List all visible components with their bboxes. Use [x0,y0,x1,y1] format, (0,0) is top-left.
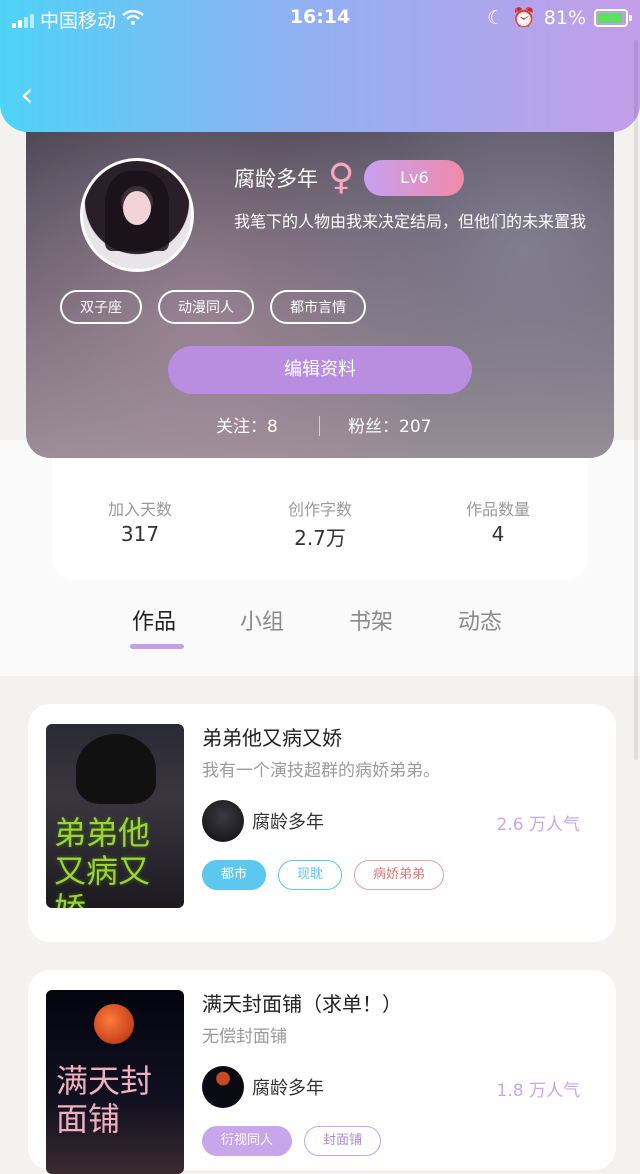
tab-active-indicator [130,644,184,649]
stat-works-count: 作品数量 4 [418,496,578,546]
stat-label: 加入天数 [107,500,172,519]
author-row: 腐龄多年 [202,800,324,842]
profile-tag[interactable]: 双子座 [60,290,142,324]
work-card[interactable]: 满天封面铺 满天封面铺（求单！） 无偿封面铺 腐龄多年 1.8 万人气 衍视同人… [28,970,616,1174]
profile-tag[interactable]: 都市言情 [270,290,366,324]
book-tag[interactable]: 衍视同人 [202,1126,293,1156]
user-name: 腐龄多年 [234,167,318,191]
author-name: 腐龄多年 [252,812,324,833]
book-title[interactable]: 满天封面铺（求单！） [202,988,402,1017]
book-cover[interactable]: 弟弟他又病又娇 [46,724,184,908]
book-tag[interactable]: 病娇弟弟 [354,860,445,890]
tab-works[interactable]: 作品 [132,604,176,636]
following-count[interactable]: 关注：8 [216,412,278,437]
profile-tags: 双子座 动漫同人 都市言情 [60,290,366,324]
book-cover[interactable]: 满天封面铺 [46,990,184,1174]
stat-value: 4 [491,522,505,546]
book-description: 无偿封面铺 [202,1027,287,1047]
book-title[interactable]: 弟弟他又病又娇 [202,722,342,751]
stat-join-days: 加入天数 317 [60,496,220,546]
scrollbar[interactable] [634,40,638,760]
tab-activity[interactable]: 动态 [458,604,502,636]
book-tags: 都市 现耽 病娇弟弟 [202,860,445,890]
header-bar: 中国移动 16:14 ☾ ⏰ 81% ‹ [0,0,640,132]
profile-card: 腐龄多年 ♀ Lv6 我笔下的人物由我来决定结局，但他们的未来置我 双子座 动漫… [26,110,614,458]
popularity-count: 1.8 万人气 [496,1081,580,1101]
moon-illustration [94,1004,134,1044]
cover-title: 弟弟他又病又娇 [54,814,151,908]
followers-count[interactable]: 粉丝：207 [348,412,431,437]
user-bio: 我笔下的人物由我来决定结局，但他们的未来置我 [234,212,587,231]
battery-icon [594,8,632,27]
author-row: 腐龄多年 [202,1066,324,1108]
work-card[interactable]: 弟弟他又病又娇 弟弟他又病又娇 我有一个演技超群的病娇弟弟。 腐龄多年 2.6 … [28,704,616,942]
battery-percent: 81% [543,6,586,29]
author-avatar[interactable] [202,800,244,842]
female-icon: ♀ [328,157,355,198]
stat-word-count: 创作字数 2.7万 [240,496,400,551]
profile-tag[interactable]: 动漫同人 [158,290,254,324]
stat-value: 2.7万 [294,526,346,550]
stat-label: 创作字数 [287,500,352,519]
book-tags: 衍视同人 封面铺 [202,1126,382,1156]
stat-value: 317 [120,522,160,546]
popularity-count: 2.6 万人气 [496,815,580,835]
content-tabs: 作品 小组 书架 动态 [0,600,640,656]
status-bar: 中国移动 16:14 ☾ ⏰ 81% [0,6,640,32]
edit-profile-button[interactable]: 编辑资料 [168,346,472,394]
book-description: 我有一个演技超群的病娇弟弟。 [202,761,440,781]
back-chevron-icon[interactable]: ‹ [20,78,34,112]
author-avatar[interactable] [202,1066,244,1108]
author-name: 腐龄多年 [252,1078,324,1099]
stat-label: 作品数量 [465,500,530,519]
book-tag[interactable]: 现耽 [278,860,343,890]
tab-bookshelf[interactable]: 书架 [349,604,393,636]
tab-groups[interactable]: 小组 [240,604,284,636]
follow-stats: 关注：8 粉丝：207 [26,412,614,440]
moon-icon: ☾ [487,6,505,29]
name-row: 腐龄多年 ♀ Lv6 [234,157,465,198]
stats-panel: 加入天数 317 创作字数 2.7万 作品数量 4 [52,440,588,580]
alarm-icon: ⏰ [512,7,536,29]
level-badge: Lv6 [364,160,465,196]
book-tag[interactable]: 封面铺 [304,1126,382,1156]
divider [319,416,320,436]
avatar[interactable] [80,158,194,272]
cover-title: 满天封面铺 [56,1062,153,1138]
book-tag[interactable]: 都市 [202,860,267,890]
